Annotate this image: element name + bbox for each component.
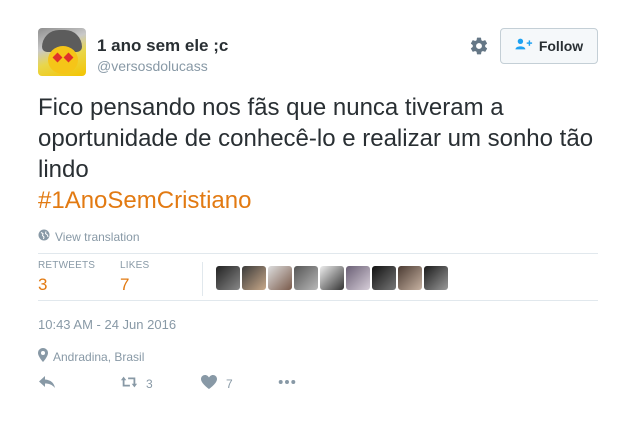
retweets-label: RETWEETS — [38, 260, 96, 271]
like-button[interactable]: 7 — [200, 374, 233, 393]
liker-avatar[interactable] — [268, 266, 292, 290]
more-icon — [278, 374, 296, 393]
user-avatar[interactable] — [38, 28, 86, 76]
view-translation-link[interactable]: View translation — [38, 229, 140, 244]
view-translation-label: View translation — [55, 229, 140, 244]
likes-stat[interactable]: LIKES 7 — [120, 260, 149, 295]
liker-avatar[interactable] — [424, 266, 448, 290]
tweet-timestamp[interactable]: 10:43 AM - 24 Jun 2016 — [38, 317, 176, 332]
reply-button[interactable] — [38, 374, 56, 393]
tweet-body: Fico pensando nos fãs que nunca tiveram … — [38, 94, 594, 183]
display-name[interactable]: 1 ano sem ele ;c — [97, 36, 228, 56]
liker-avatar[interactable] — [294, 266, 318, 290]
retweet-button[interactable]: 3 — [120, 374, 153, 393]
tweet-header: 1 ano sem ele ;c @versosdolucass Follow — [38, 28, 598, 78]
hashtag-link[interactable]: #1AnoSemCristiano — [38, 185, 598, 216]
likes-label: LIKES — [120, 260, 150, 271]
location-pin-icon — [38, 348, 48, 365]
liker-avatar[interactable] — [242, 266, 266, 290]
liker-avatar[interactable] — [346, 266, 370, 290]
globe-icon — [38, 229, 50, 244]
tweet-stats: RETWEETS 3 LIKES 7 — [38, 260, 598, 298]
stats-top-divider — [38, 253, 598, 254]
follow-button-label: Follow — [538, 38, 584, 54]
retweet-count: 3 — [146, 376, 153, 391]
reply-icon — [38, 374, 56, 393]
location-label: Andradina, Brasil — [53, 349, 145, 364]
liker-avatar[interactable] — [216, 266, 240, 290]
more-button[interactable] — [278, 374, 296, 393]
tweet-text: Fico pensando nos fãs que nunca tiveram … — [38, 92, 598, 216]
likes-count: 7 — [120, 275, 130, 294]
retweets-count: 3 — [38, 275, 48, 294]
stats-separator — [202, 262, 203, 296]
avatar-emoji — [48, 46, 78, 74]
retweets-stat[interactable]: RETWEETS 3 — [38, 260, 95, 295]
like-count: 7 — [226, 376, 233, 391]
liker-avatar[interactable] — [398, 266, 422, 290]
liker-avatar[interactable] — [372, 266, 396, 290]
gear-icon[interactable] — [469, 36, 489, 56]
liker-avatars — [216, 266, 448, 290]
heart-icon — [200, 374, 218, 393]
tweet-actions: 3 7 — [38, 374, 338, 394]
follow-user-icon — [515, 37, 533, 56]
follow-button[interactable]: Follow — [500, 28, 598, 64]
stats-bottom-divider — [38, 300, 598, 301]
retweet-icon — [120, 374, 138, 393]
liker-avatar[interactable] — [320, 266, 344, 290]
tweet-location[interactable]: Andradina, Brasil — [38, 348, 144, 365]
user-handle[interactable]: @versosdolucass — [97, 58, 208, 74]
